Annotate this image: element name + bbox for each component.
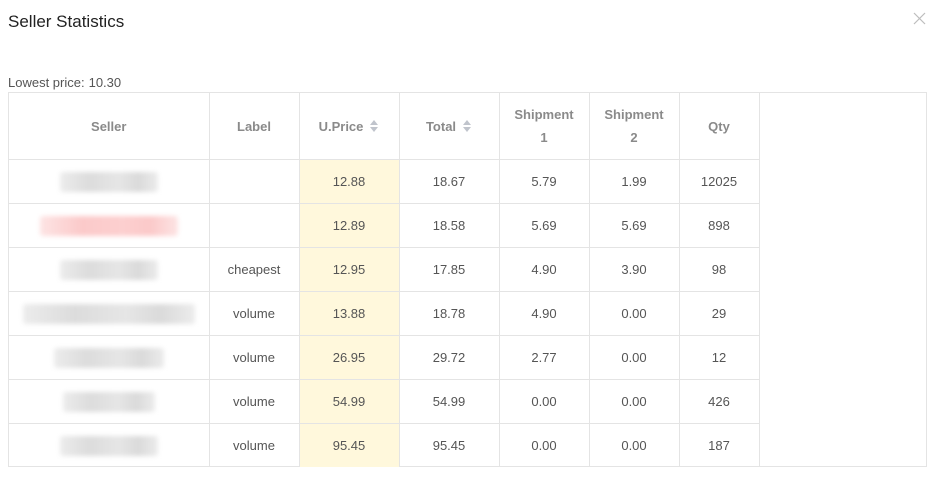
label-cell: cheapest [209,247,300,292]
qty-cell: 29 [679,291,760,336]
shipment1-cell: 5.79 [499,159,590,204]
label-cell [209,203,300,248]
dialog-title: Seller Statistics [8,12,125,31]
label-cell: volume [209,335,300,380]
total-cell: 95.45 [399,423,500,467]
close-button[interactable] [911,10,929,28]
table-row: 12.89 18.58 5.69 5.69 898 [9,203,760,248]
sort-icon[interactable] [462,119,472,133]
total-cell: 18.58 [399,203,500,248]
shipment2-cell: 0.00 [589,291,680,336]
shipment1-cell: 5.69 [499,203,590,248]
seller-cell [9,379,210,424]
qty-cell: 98 [679,247,760,292]
seller-table-container: Seller Label U.Price Total Shipment 1 Sh… [8,92,927,467]
shipment1-cell: 0.00 [499,379,590,424]
seller-cell [9,203,210,248]
close-icon[interactable] [911,10,929,28]
qty-cell: 426 [679,379,760,424]
redacted-seller-name [62,391,155,412]
total-cell: 18.67 [399,159,500,204]
qty-cell: 187 [679,423,760,467]
column-header-shipment2-label: Shipment 2 [604,107,664,145]
column-header-shipment1-label: Shipment 1 [514,107,574,145]
redacted-seller-name [53,347,164,368]
shipment1-cell: 2.77 [499,335,590,380]
seller-cell [9,291,210,336]
qty-cell: 12025 [679,159,760,204]
column-header-seller-label: Seller [91,118,127,134]
redacted-seller-name [22,303,195,324]
shipment2-cell: 5.69 [589,203,680,248]
column-header-qty: Qty [679,93,760,160]
total-cell: 29.72 [399,335,500,380]
seller-cell [9,159,210,204]
total-cell: 18.78 [399,291,500,336]
qty-cell: 898 [679,203,760,248]
column-header-total[interactable]: Total [399,93,500,160]
column-header-shipment2: Shipment 2 [589,93,680,160]
uprice-cell: 26.95 [299,335,400,380]
column-header-label-label: Label [237,118,271,134]
table-row: volume 95.45 95.45 0.00 0.00 187 [9,423,760,467]
seller-table: Seller Label U.Price Total Shipment 1 Sh… [9,93,760,467]
label-cell: volume [209,423,300,467]
redacted-seller-name [59,435,158,456]
column-header-total-label[interactable]: Total [426,119,456,134]
column-header-label: Label [209,93,300,160]
table-row: cheapest 12.95 17.85 4.90 3.90 98 [9,247,760,292]
sort-icon[interactable] [369,119,379,133]
shipment2-cell: 0.00 [589,379,680,424]
shipment2-cell: 3.90 [589,247,680,292]
seller-cell [9,335,210,380]
total-cell: 17.85 [399,247,500,292]
total-cell: 54.99 [399,379,500,424]
seller-cell [9,423,210,467]
column-header-uprice[interactable]: U.Price [299,93,400,160]
redacted-seller-name [59,259,158,280]
column-header-uprice-label[interactable]: U.Price [319,119,364,134]
uprice-cell: 54.99 [299,379,400,424]
redacted-seller-name [39,215,178,236]
column-header-seller: Seller [9,93,210,160]
uprice-cell: 13.88 [299,291,400,336]
label-cell [209,159,300,204]
table-row: 12.88 18.67 5.79 1.99 12025 [9,159,760,204]
shipment1-cell: 0.00 [499,423,590,467]
table-row: volume 13.88 18.78 4.90 0.00 29 [9,291,760,336]
uprice-cell: 12.89 [299,203,400,248]
lowest-price-info: Lowest price: 10.30 [8,75,121,90]
shipment1-cell: 4.90 [499,291,590,336]
shipment2-cell: 0.00 [589,423,680,467]
table-header-row: Seller Label U.Price Total Shipment 1 Sh… [9,93,760,160]
shipment1-cell: 4.90 [499,247,590,292]
redacted-seller-name [59,171,158,192]
qty-cell: 12 [679,335,760,380]
seller-cell [9,247,210,292]
seller-statistics-dialog: Seller Statistics Lowest price: 10.30 Sel… [0,0,941,490]
column-header-shipment1: Shipment 1 [499,93,590,160]
table-row: volume 26.95 29.72 2.77 0.00 12 [9,335,760,380]
shipment2-cell: 1.99 [589,159,680,204]
label-cell: volume [209,291,300,336]
table-row: volume 54.99 54.99 0.00 0.00 426 [9,379,760,424]
lowest-price-label: Lowest price: [8,75,85,90]
label-cell: volume [209,379,300,424]
uprice-cell: 95.45 [299,423,400,467]
uprice-cell: 12.88 [299,159,400,204]
column-header-qty-label: Qty [708,118,730,134]
uprice-cell: 12.95 [299,247,400,292]
lowest-price-value: 10.30 [88,75,122,90]
shipment2-cell: 0.00 [589,335,680,380]
